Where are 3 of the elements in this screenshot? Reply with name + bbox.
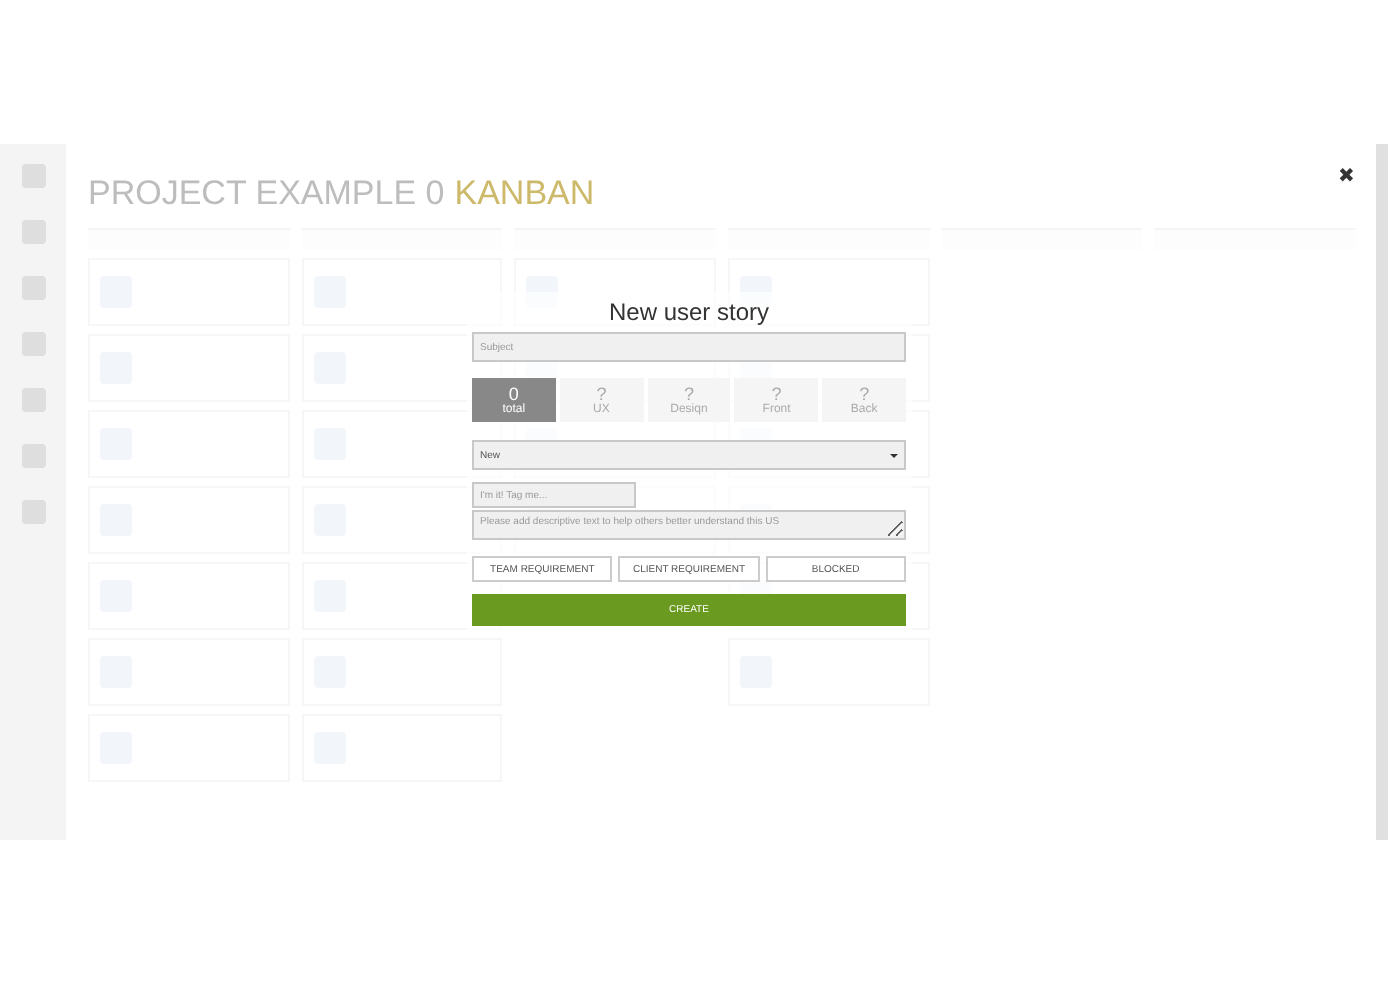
project-title: PROJECT EXAMPLE 0 xyxy=(88,174,445,214)
board-label: KANBAN xyxy=(454,174,595,214)
dialog-title: New user story xyxy=(606,298,772,330)
